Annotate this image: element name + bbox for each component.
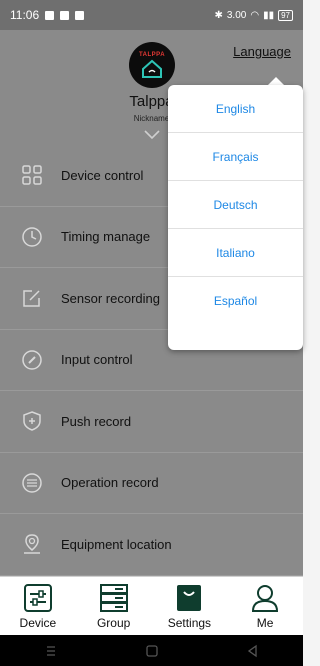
server-stack-icon bbox=[99, 584, 128, 612]
flipboard-icon bbox=[45, 10, 55, 20]
language-option-italian[interactable]: Italiano bbox=[168, 229, 303, 277]
tab-label: Me bbox=[256, 616, 274, 630]
menu-label: Equipment location bbox=[61, 536, 172, 552]
language-option-german[interactable]: Deutsch bbox=[168, 181, 303, 229]
compass-icon bbox=[22, 350, 42, 370]
wifi-icon: ◠ bbox=[250, 9, 260, 21]
avatar[interactable]: TALPPA bbox=[129, 42, 175, 88]
bag-icon bbox=[177, 585, 202, 611]
sliders-icon bbox=[23, 584, 52, 612]
battery-indicator: 97 bbox=[278, 9, 293, 21]
tab-label: Device bbox=[19, 616, 57, 630]
mail-icon bbox=[60, 10, 70, 20]
bottom-tab-bar: Device Group Settings Me bbox=[0, 576, 303, 636]
status-time: 11:06 bbox=[10, 8, 40, 22]
location-pin-icon bbox=[24, 534, 40, 554]
popup-arrow bbox=[268, 77, 284, 85]
wifi-house-icon bbox=[142, 59, 162, 78]
signal-icon: ▮▮ bbox=[263, 9, 275, 21]
home-icon[interactable] bbox=[145, 644, 159, 658]
menu-label: Sensor recording bbox=[61, 290, 160, 306]
person-icon bbox=[252, 585, 279, 612]
tab-group[interactable]: Group bbox=[76, 577, 152, 636]
menu-label: Input control bbox=[61, 352, 133, 368]
grid-icon bbox=[22, 165, 42, 185]
network-speed: 3.00 bbox=[226, 9, 247, 21]
edit-square-icon bbox=[23, 290, 40, 307]
language-link[interactable]: Language bbox=[233, 44, 291, 59]
menu-item-operation-record[interactable]: Operation record bbox=[0, 453, 303, 514]
menu-label: Push record bbox=[61, 413, 132, 429]
language-option-french[interactable]: Français bbox=[168, 133, 303, 181]
tab-label: Group bbox=[96, 616, 131, 630]
language-option-spanish[interactable]: Español bbox=[168, 277, 303, 325]
menu-label: Operation record bbox=[61, 475, 159, 491]
recents-icon[interactable] bbox=[44, 644, 58, 658]
back-icon[interactable] bbox=[246, 644, 260, 658]
language-popup: English Français Deutsch Italiano Españo… bbox=[168, 85, 303, 350]
notification-icon bbox=[75, 10, 85, 20]
list-circle-icon bbox=[22, 473, 42, 493]
clock-icon bbox=[22, 227, 42, 247]
menu-item-equipment-location[interactable]: Equipment location bbox=[0, 514, 303, 576]
tab-label: Settings bbox=[167, 616, 212, 630]
tab-settings[interactable]: Settings bbox=[152, 577, 228, 636]
menu-label: Timing manage bbox=[61, 229, 151, 245]
system-nav-bar bbox=[0, 635, 303, 666]
tab-me[interactable]: Me bbox=[227, 577, 303, 636]
status-bar: 11:06 ✱ 3.00 ◠ ▮▮ 97 bbox=[0, 0, 303, 30]
menu-label: Device control bbox=[61, 167, 144, 183]
chevron-down-icon[interactable] bbox=[143, 129, 161, 141]
menu-item-push-record[interactable]: Push record bbox=[0, 391, 303, 453]
bluetooth-icon: ✱ bbox=[214, 9, 223, 21]
tab-device[interactable]: Device bbox=[0, 577, 76, 636]
shield-plus-icon bbox=[23, 411, 41, 432]
settings-panel: TALPPA Talppa Nickname Language Device c… bbox=[0, 30, 303, 576]
language-option-english[interactable]: English bbox=[168, 85, 303, 133]
